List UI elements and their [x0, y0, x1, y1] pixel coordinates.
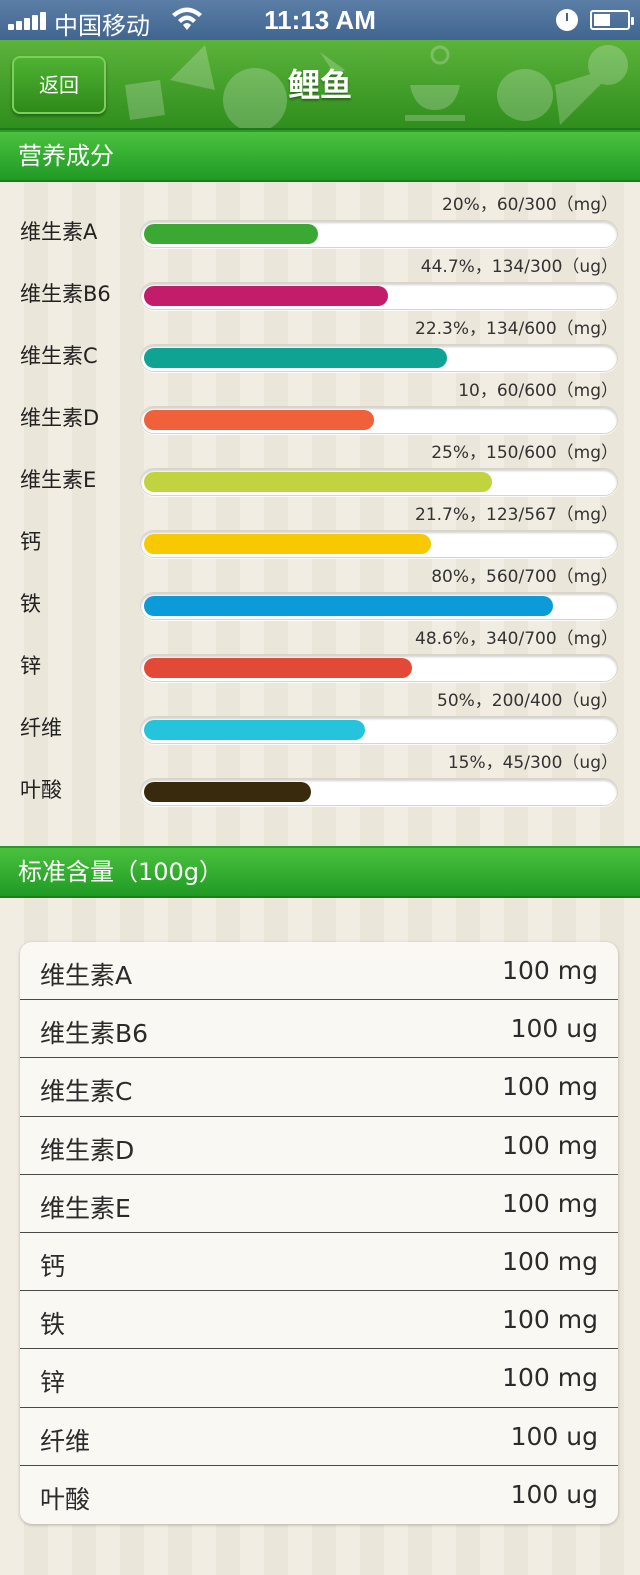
- table-row: 纤维 100 ug: [20, 1408, 618, 1466]
- nutrient-bar-row: 25%，150/600（mg） 维生素E: [0, 438, 640, 500]
- nutrient-label: 维生素E: [20, 468, 97, 492]
- nutrition-section-header: 营养成分: [0, 130, 640, 182]
- nutrient-value-text: 50%，200/400（ug）: [437, 691, 618, 711]
- status-bar: 中国移动 11:13 AM: [0, 0, 640, 40]
- progress-track: [140, 406, 618, 434]
- nutrient-name: 维生素B6: [40, 1019, 149, 1049]
- progress-fill: [144, 720, 365, 740]
- table-row: 钙 100 mg: [20, 1233, 618, 1292]
- nutrient-label: 锌: [20, 654, 41, 678]
- nutrient-amount: 100 mg: [502, 1188, 598, 1218]
- nutrient-name: 锌: [40, 1368, 66, 1398]
- battery-icon: [590, 10, 634, 30]
- progress-track: [140, 468, 618, 496]
- table-row: 维生素B6 100 ug: [20, 1000, 618, 1059]
- nutrient-name: 纤维: [40, 1426, 91, 1456]
- nutrient-label: 维生素B6: [20, 282, 111, 306]
- nutrient-name: 铁: [40, 1310, 66, 1340]
- progress-track: [140, 282, 618, 310]
- nutrient-value-text: 80%，560/700（mg）: [431, 567, 618, 587]
- progress-fill: [144, 286, 388, 306]
- nutrient-value-text: 48.6%，340/700（mg）: [415, 629, 618, 649]
- nutrient-value-text: 10，60/600（mg）: [458, 381, 618, 401]
- table-row: 锌 100 mg: [20, 1349, 618, 1408]
- nutrient-bar-row: 80%，560/700（mg） 铁: [0, 562, 640, 624]
- nutrient-bar-row: 50%，200/400（ug） 纤维: [0, 686, 640, 748]
- status-time: 11:13 AM: [264, 5, 376, 35]
- progress-track: [140, 530, 618, 558]
- progress-track: [140, 592, 618, 620]
- nutrient-label: 纤维: [20, 716, 62, 740]
- nutrient-label: 维生素A: [20, 220, 98, 244]
- nutrient-amount: 100 mg: [502, 1130, 598, 1160]
- nutrient-bar-row: 15%，45/300（ug） 叶酸: [0, 748, 640, 810]
- nutrient-label: 维生素C: [20, 344, 98, 368]
- page-title: 鲤鱼: [287, 66, 352, 104]
- nutrient-amount: 100 mg: [502, 1363, 598, 1393]
- nutrition-bars-list: 20%，60/300（mg） 维生素A 44.7%，134/300（ug） 维生素B6…: [0, 190, 640, 810]
- progress-fill: [144, 596, 553, 616]
- progress-fill: [144, 782, 311, 802]
- nutrient-value-text: 22.3%，134/600（mg）: [415, 319, 618, 339]
- nutrient-value-text: 15%，45/300（ug）: [447, 753, 618, 773]
- nutrient-name: 叶酸: [40, 1484, 91, 1514]
- nutrient-bar-row: 20%，60/300（mg） 维生素A: [0, 190, 640, 252]
- nutrient-name: 钙: [40, 1251, 66, 1281]
- nutrient-name: 维生素D: [40, 1135, 135, 1165]
- progress-track: [140, 220, 618, 248]
- nutrient-amount: 100 ug: [510, 1479, 598, 1509]
- nutrient-label: 钙: [20, 530, 41, 554]
- nutrient-label: 叶酸: [20, 778, 62, 802]
- nutrient-label: 铁: [20, 592, 41, 616]
- nutrient-amount: 100 mg: [502, 956, 598, 985]
- nutrient-amount: 100 mg: [502, 1072, 598, 1102]
- nutrient-value-text: 21.7%，123/567（mg）: [415, 505, 618, 525]
- clock-icon: [556, 9, 578, 31]
- nutrient-amount: 100 mg: [502, 1305, 598, 1335]
- table-row: 维生素A 100 mg: [20, 942, 618, 1001]
- navigation-bar: 返回 鲤鱼: [0, 40, 640, 130]
- progress-track: [140, 778, 618, 806]
- progress-fill: [144, 534, 431, 554]
- progress-fill: [144, 224, 318, 244]
- table-row: 维生素D 100 mg: [20, 1117, 618, 1175]
- table-row: 维生素C 100 mg: [20, 1058, 618, 1117]
- nutrient-value-text: 25%，150/600（mg）: [431, 443, 618, 463]
- nutrient-bar-row: 44.7%，134/300（ug） 维生素B6: [0, 252, 640, 314]
- nutrient-bar-row: 22.3%，134/600（mg） 维生素C: [0, 314, 640, 376]
- standard-section-header: 标准含量（100g）: [0, 846, 640, 898]
- progress-fill: [144, 348, 447, 368]
- nutrient-amount: 100 ug: [510, 1014, 598, 1044]
- progress-track: [140, 716, 618, 744]
- nutrient-name: 维生素C: [40, 1077, 133, 1107]
- nutrient-amount: 100 mg: [502, 1246, 598, 1276]
- table-row: 铁 100 mg: [20, 1291, 618, 1350]
- nutrient-bar-row: 10，60/600（mg） 维生素D: [0, 376, 640, 438]
- progress-track: [140, 654, 618, 682]
- nutrient-bar-row: 48.6%，340/700（mg） 锌: [0, 624, 640, 686]
- progress-track: [140, 344, 618, 372]
- progress-fill: [144, 472, 492, 492]
- table-row: 维生素E 100 mg: [20, 1175, 618, 1233]
- nutrient-name: 维生素E: [40, 1193, 131, 1223]
- nutrient-bar-row: 21.7%，123/567（mg） 钙: [0, 500, 640, 562]
- progress-fill: [144, 410, 374, 430]
- nutrient-value-text: 20%，60/300（mg）: [442, 195, 618, 215]
- nutrient-value-text: 44.7%，134/300（ug）: [420, 257, 618, 277]
- nutrient-amount: 100 ug: [510, 1421, 598, 1451]
- table-row: 叶酸 100 ug: [20, 1466, 618, 1524]
- standard-content-table: 维生素A 100 mg 维生素B6 100 ug 维生素C 100 mg 维生素D 100 m…: [20, 942, 618, 1524]
- nutrient-name: 维生素A: [40, 961, 133, 990]
- nutrient-label: 维生素D: [20, 406, 100, 430]
- progress-fill: [144, 658, 412, 678]
